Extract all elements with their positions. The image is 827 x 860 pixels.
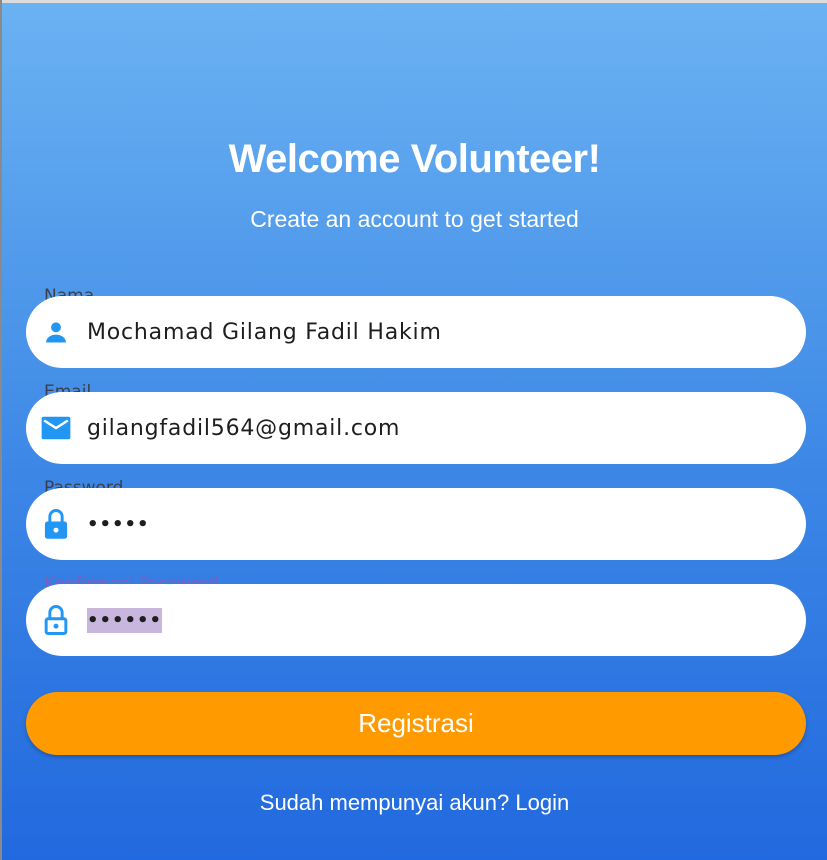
email-field[interactable]: gilangfadil564@gmail.com (26, 392, 806, 464)
name-input[interactable]: Mochamad Gilang Fadil Hakim (87, 320, 442, 345)
lock-outline-icon (41, 605, 71, 636)
page-subtitle: Create an account to get started (250, 206, 579, 232)
confirm-password-input[interactable]: •••••• (87, 607, 163, 633)
register-button[interactable]: Registrasi (26, 692, 806, 755)
person-icon (41, 317, 71, 347)
login-link[interactable]: Sudah mempunyai akun? Login (2, 790, 827, 816)
name-field[interactable]: Mochamad Gilang Fadil Hakim (26, 296, 806, 368)
registration-screen: Welcome Volunteer! Create an account to … (2, 3, 827, 860)
page-title: Welcome Volunteer! (228, 137, 601, 181)
confirm-password-field[interactable]: •••••• (26, 584, 806, 656)
lock-icon (41, 509, 71, 539)
password-input[interactable]: ••••• (87, 514, 150, 535)
mail-icon (41, 413, 71, 443)
email-input[interactable]: gilangfadil564@gmail.com (87, 416, 400, 441)
password-field[interactable]: ••••• (26, 488, 806, 560)
